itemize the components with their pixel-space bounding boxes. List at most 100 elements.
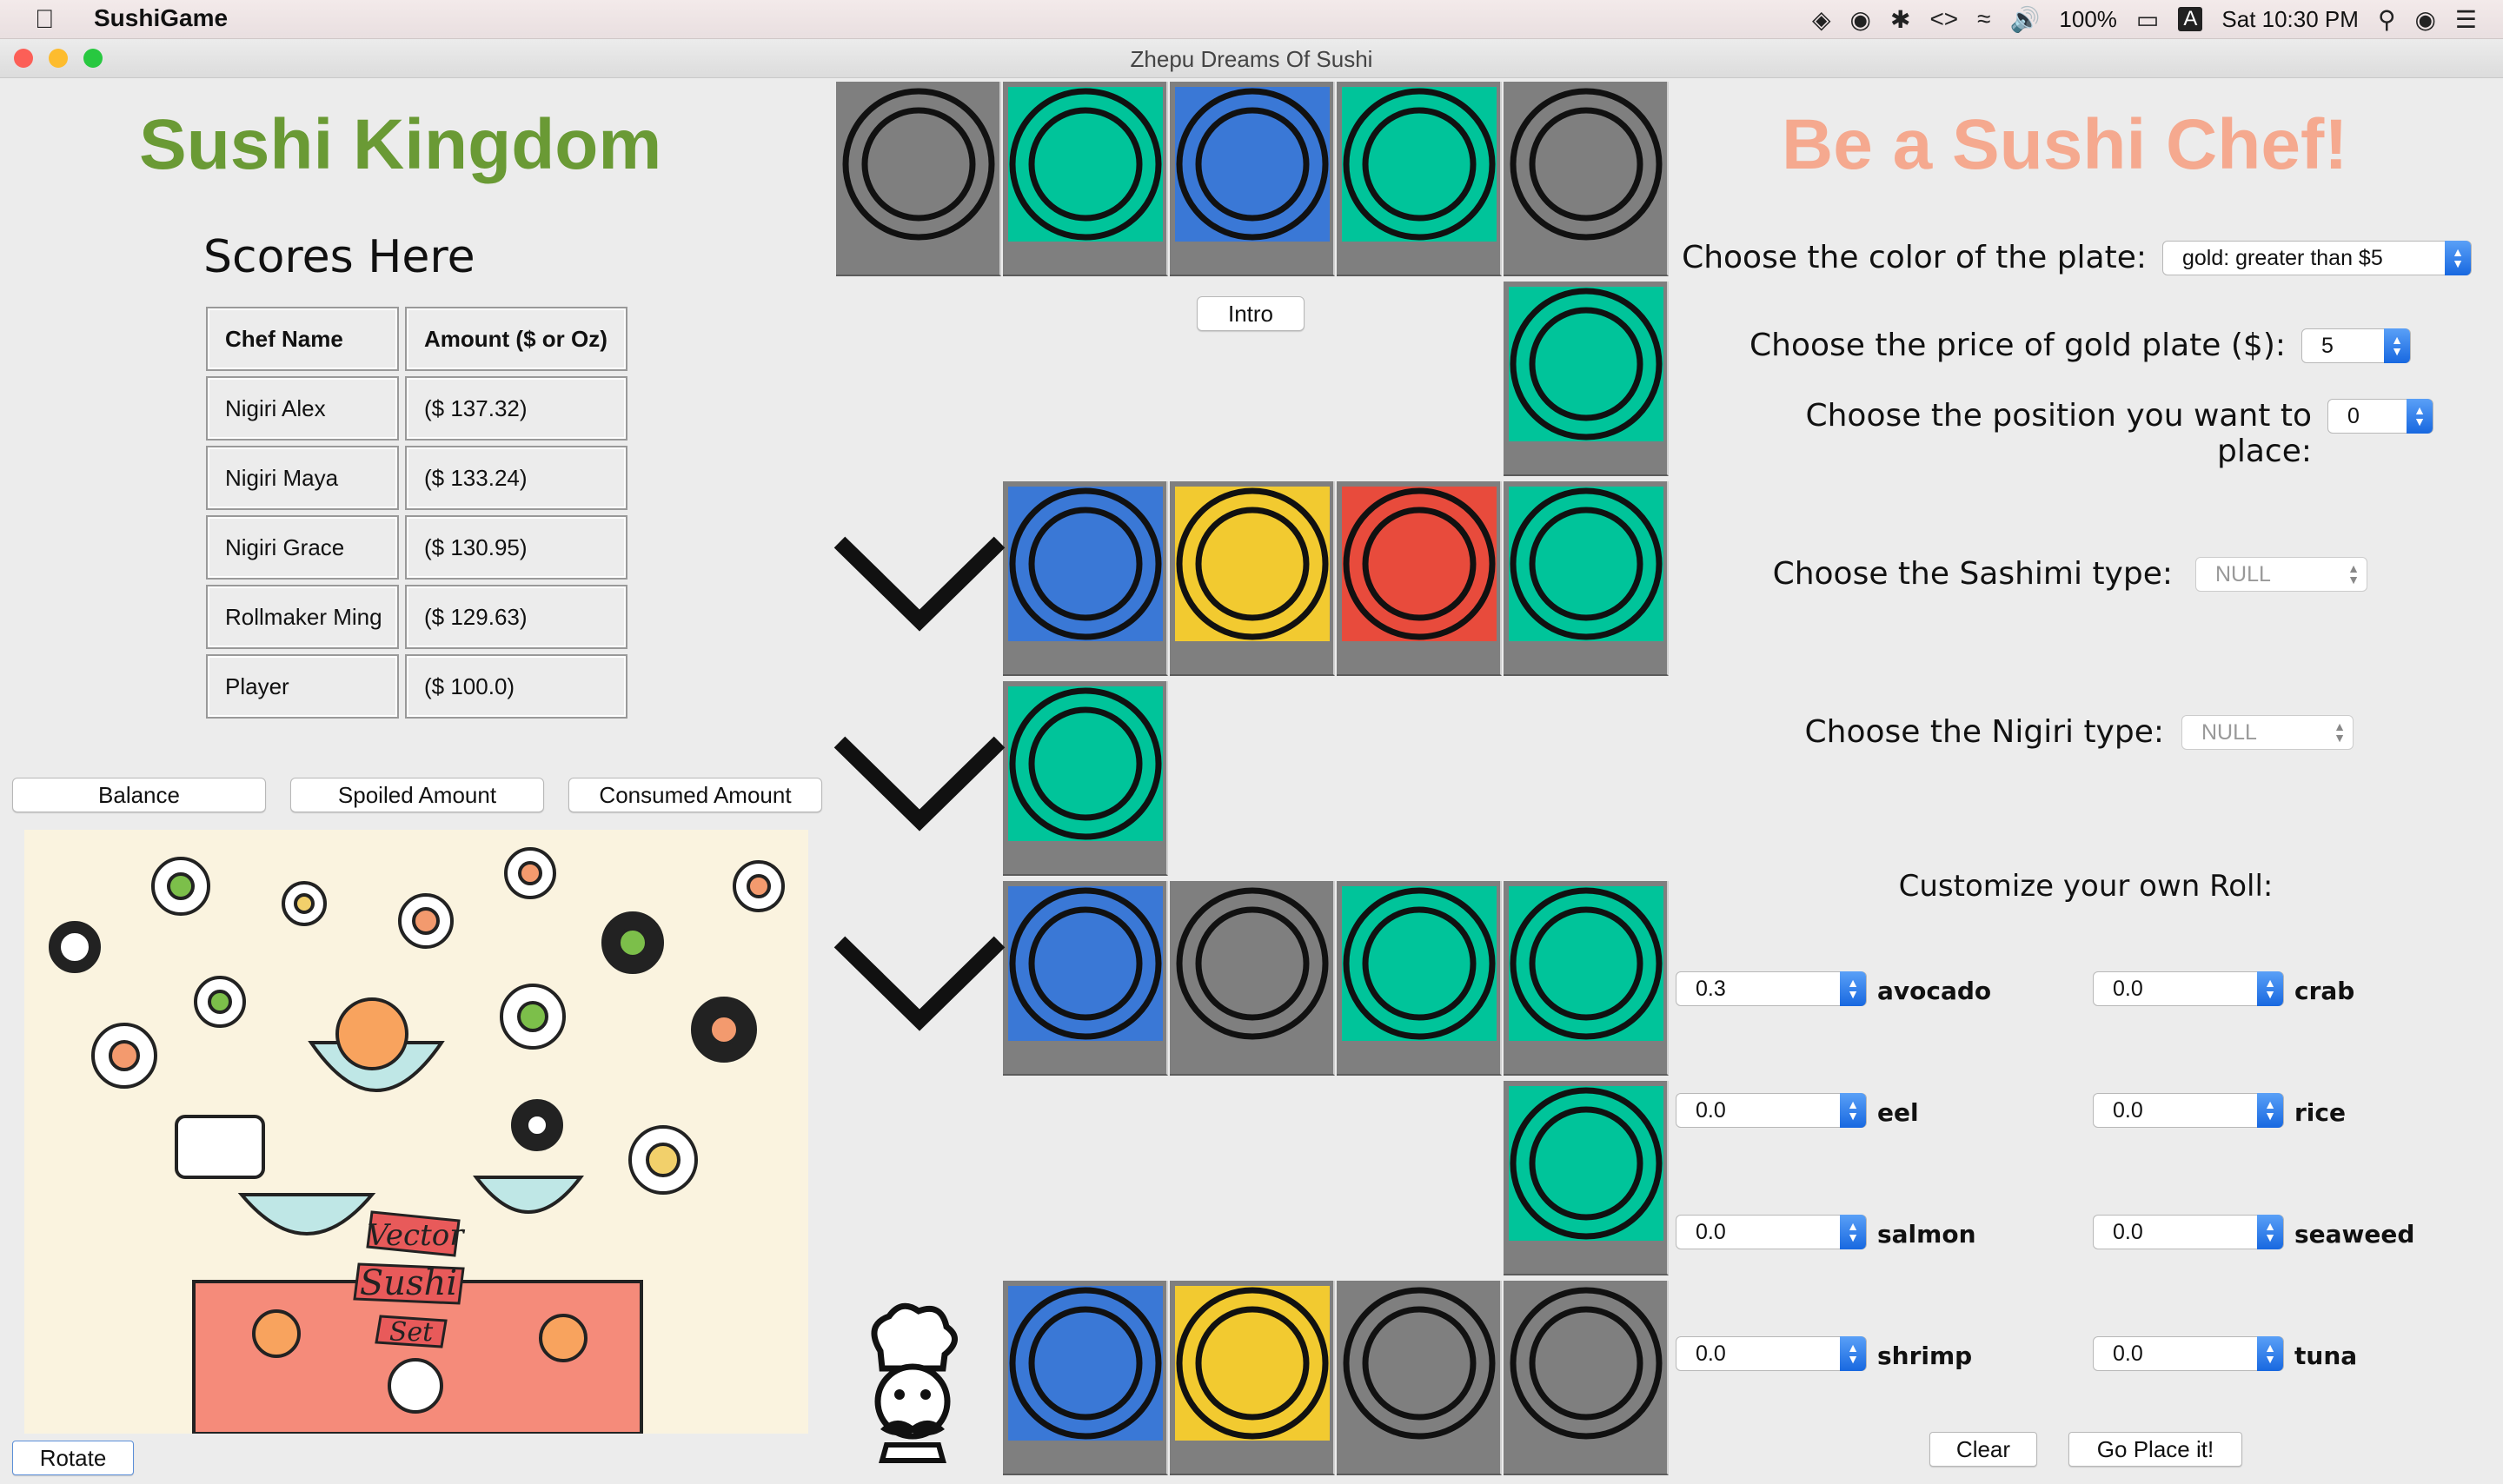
battery-percent: 100% <box>2059 5 2117 32</box>
battery-icon[interactable]: ▭ <box>2136 5 2159 34</box>
blue-plate-icon <box>1008 886 1163 1041</box>
blue-plate-icon <box>1008 1286 1163 1441</box>
status-area: ◈ ◉ ✱ <> ≈ 🔊 100% ▭ A Sat 10:30 PM ⚲ ◉ ☰ <box>1812 3 2477 35</box>
gray-plate-icon <box>1509 1286 1663 1441</box>
belt-slot <box>1170 881 1335 1076</box>
spinner-value: 0.0 <box>1696 1341 1726 1366</box>
chevron-down-icon <box>833 736 1006 831</box>
amount-cell: ($ 100.0) <box>405 654 627 719</box>
balance-button[interactable]: Balance <box>12 778 266 812</box>
amount-cell: ($ 137.32) <box>405 376 627 441</box>
belt-slot <box>1003 1281 1168 1475</box>
plate-color-value: gold: greater than $5 <box>2182 245 2383 270</box>
poster-vector-text: Vector <box>368 1218 466 1253</box>
spoiled-amount-button[interactable]: Spoiled Amount <box>290 778 544 812</box>
sashimi-type-value: NULL <box>2215 561 2271 586</box>
blue-plate-icon <box>1175 87 1330 242</box>
stepper-arrows-icon[interactable]: ▲ ▼ <box>1840 1336 1866 1371</box>
green-plate-icon <box>1509 886 1663 1041</box>
tuna-amount-spinner[interactable]: 0.0 ▲ ▼ <box>2093 1336 2284 1371</box>
stepper-arrows-icon[interactable]: ▲ ▼ <box>1840 1093 1866 1128</box>
volume-icon[interactable]: 🔊 <box>2010 5 2041 34</box>
window-title: Zhepu Dreams Of Sushi <box>1130 46 1373 72</box>
belt-slot <box>1003 82 1168 276</box>
belt-slot <box>1337 881 1502 1076</box>
stepper-arrows-icon[interactable]: ▲ ▼ <box>1840 971 1866 1006</box>
salmon-amount-spinner[interactable]: 0.0 ▲ ▼ <box>1676 1215 1867 1249</box>
sushi-kingdom-title: Sushi Kingdom <box>139 105 662 184</box>
sushi-illustration: Vector Sushi Set <box>49 847 785 1434</box>
rice-amount-spinner[interactable]: 0.0 ▲ ▼ <box>2093 1093 2284 1128</box>
chevron-down-icon <box>833 936 1006 1031</box>
belt-slot <box>1337 481 1502 676</box>
position-value: 0 <box>2347 403 2360 428</box>
poster-sushi-text: Sushi <box>360 1263 457 1303</box>
notification-center-icon[interactable]: ☰ <box>2455 5 2477 34</box>
nigiri-type-value: NULL <box>2201 719 2257 745</box>
go-place-it-button[interactable]: Go Place it! <box>2068 1432 2242 1467</box>
clear-button[interactable]: Clear <box>1929 1432 2037 1467</box>
intro-button[interactable]: Intro <box>1197 296 1305 331</box>
belt-slot <box>1504 881 1669 1076</box>
input-source-icon[interactable]: A <box>2178 7 2203 31</box>
table-header: Chef Name <box>206 307 399 371</box>
select-arrows-icon: ▲ ▼ <box>2445 241 2471 275</box>
evernote-icon[interactable]: ◈ <box>1812 5 1831 34</box>
gray-plate-icon <box>1509 87 1663 242</box>
crab-amount-spinner[interactable]: 0.0 ▲ ▼ <box>2093 971 2284 1006</box>
rotate-button[interactable]: Rotate <box>12 1441 134 1475</box>
code-icon[interactable]: <> <box>1929 5 1958 33</box>
poster-set-text: Set <box>389 1317 434 1348</box>
green-plate-icon <box>1342 886 1497 1041</box>
gray-plate-icon <box>841 87 996 242</box>
plate-color-label: Choose the color of the plate: <box>1682 240 2147 275</box>
green-plate-icon <box>1008 87 1163 242</box>
app-menu-name[interactable]: SushiGame <box>94 4 228 32</box>
stepper-arrows-icon[interactable]: ▲ ▼ <box>2257 971 2283 1006</box>
chef-name-cell: Player <box>206 654 399 719</box>
belt-slot <box>1504 82 1669 276</box>
stepper-arrows-icon[interactable]: ▲ ▼ <box>2257 1215 2283 1249</box>
select-arrows-icon: ▲ ▼ <box>2334 719 2346 745</box>
sashimi-type-select[interactable]: NULL ▲ ▼ <box>2195 557 2367 592</box>
yellow-plate-icon <box>1175 487 1330 641</box>
search-icon[interactable]: ⚲ <box>2378 5 2396 34</box>
consumed-amount-button[interactable]: Consumed Amount <box>568 778 822 812</box>
select-arrows-icon: ▲ ▼ <box>2347 561 2360 586</box>
shrimp-amount-spinner[interactable]: 0.0 ▲ ▼ <box>1676 1336 1867 1371</box>
green-plate-icon <box>1342 87 1497 242</box>
position-select[interactable]: 0 ▲ ▼ <box>2327 399 2433 434</box>
tuna-label: tuna <box>2294 1342 2358 1370</box>
chef-name-cell: Nigiri Grace <box>206 515 399 580</box>
green-plate-icon <box>1509 487 1663 641</box>
stepper-arrows-icon[interactable]: ▲ ▼ <box>2257 1336 2283 1371</box>
belt-slot <box>1337 1281 1502 1475</box>
eel-amount-spinner[interactable]: 0.0 ▲ ▼ <box>1676 1093 1867 1128</box>
table-header: Amount ($ or Oz) <box>405 307 627 371</box>
seaweed-amount-spinner[interactable]: 0.0 ▲ ▼ <box>2093 1215 2284 1249</box>
avocado-amount-spinner[interactable]: 0.3 ▲ ▼ <box>1676 971 1867 1006</box>
chevron-down-icon <box>833 536 1006 632</box>
menubar-clock[interactable]: Sat 10:30 PM <box>2221 6 2359 33</box>
nigiri-type-select[interactable]: NULL ▲ ▼ <box>2181 715 2354 750</box>
wechat-icon[interactable]: ◉ <box>1850 5 1871 34</box>
plate-color-select[interactable]: gold: greater than $5 ▲ ▼ <box>2162 241 2472 275</box>
stepper-arrows-icon[interactable]: ▲ ▼ <box>1840 1215 1866 1249</box>
stepper-arrows-icon[interactable]: ▲ ▼ <box>2257 1093 2283 1128</box>
siri-icon[interactable]: ◉ <box>2414 5 2435 34</box>
seaweed-label: seaweed <box>2294 1220 2415 1249</box>
belt-slot <box>1003 881 1168 1076</box>
window-titlebar: Zhepu Dreams Of Sushi <box>0 39 2503 78</box>
belt-slot <box>1337 82 1502 276</box>
spinner-value: 0.0 <box>1696 1097 1726 1123</box>
green-plate-icon <box>1008 686 1163 841</box>
bluetooth-icon[interactable]: ✱ <box>1890 5 1910 34</box>
belt-slot <box>1003 481 1168 676</box>
spinner-value: 0.0 <box>2113 976 2143 1001</box>
menu-bar:  SushiGame ◈ ◉ ✱ <> ≈ 🔊 100% ▭ A Sat 10… <box>0 0 2503 39</box>
crab-label: crab <box>2294 977 2355 1005</box>
yellow-plate-icon <box>1175 1286 1330 1441</box>
plate-price-select[interactable]: 5 ▲ ▼ <box>2301 328 2411 363</box>
wifi-icon[interactable]: ≈ <box>1977 5 1990 33</box>
apple-icon[interactable]:  <box>35 5 55 35</box>
